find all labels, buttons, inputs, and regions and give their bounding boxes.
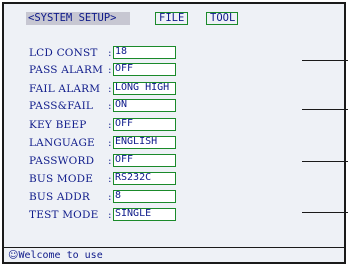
- smiley-icon: ☺: [8, 250, 19, 261]
- tab-tool[interactable]: TOOL: [206, 12, 238, 25]
- setting-separator: :: [108, 64, 112, 76]
- setting-row: LCD CONST:18: [29, 46, 349, 60]
- welcome-message: ☺Welcome to use: [8, 250, 103, 261]
- instrument-screen: <SYSTEM SETUP> FILE TOOL LCD CONST:18 PAS…: [2, 2, 349, 264]
- setting-value-field[interactable]: 18: [113, 46, 176, 59]
- setting-value-field[interactable]: ENGLISH: [113, 136, 176, 149]
- setting-value-field[interactable]: OFF: [113, 63, 176, 76]
- setting-label: PASS ALARM: [29, 64, 104, 76]
- setting-row: PASS ALARM: OFF: [29, 63, 349, 77]
- setting-label: BUS MODE: [29, 173, 94, 185]
- tab-system-setup[interactable]: <SYSTEM SETUP>: [26, 12, 130, 25]
- setting-value-field[interactable]: OFF: [113, 154, 176, 167]
- setting-row: LANGUAGE: ENGLISH: [29, 136, 349, 150]
- setting-separator: :: [108, 119, 112, 131]
- divider-line: [302, 60, 348, 61]
- setting-label: KEY BEEP: [29, 119, 87, 131]
- welcome-text: Welcome to use: [18, 250, 103, 261]
- setting-label: LANGUAGE: [29, 137, 95, 149]
- setting-row: TEST MODE: SINGLE: [29, 208, 349, 222]
- divider-line: [302, 161, 348, 162]
- setting-label: BUS ADDR: [29, 191, 91, 203]
- setting-separator: :: [108, 83, 112, 95]
- setting-value-field[interactable]: OFF: [113, 118, 176, 131]
- setting-value-field[interactable]: LONG HIGH: [113, 82, 176, 95]
- setting-value-field[interactable]: RS232C: [113, 172, 176, 185]
- setting-value-field[interactable]: 8: [113, 190, 176, 203]
- setting-separator: :: [108, 173, 112, 185]
- setting-label: FAIL ALARM: [29, 83, 101, 95]
- setting-separator: :: [108, 100, 112, 112]
- setting-separator: :: [108, 209, 112, 221]
- setting-value-field[interactable]: SINGLE: [113, 208, 176, 221]
- divider-line: [302, 212, 348, 213]
- setting-row: PASSWORD: OFF: [29, 154, 349, 168]
- setting-label: PASSWORD: [29, 155, 95, 167]
- setting-separator: :: [108, 137, 112, 149]
- status-bar: ☺Welcome to use: [4, 247, 344, 263]
- setting-label: TEST MODE: [29, 209, 99, 221]
- setting-row: PASS&FAIL: ON: [29, 99, 349, 113]
- setting-row: BUS MODE: RS232C: [29, 172, 349, 186]
- setting-separator: :: [108, 191, 112, 203]
- setting-value-field[interactable]: ON: [113, 99, 176, 112]
- setting-row: FAIL ALARM: LONG HIGH: [29, 82, 349, 96]
- setting-row: BUS ADDR: 8: [29, 190, 349, 204]
- setting-label: LCD CONST: [29, 47, 98, 59]
- tab-file[interactable]: FILE: [155, 12, 188, 25]
- setting-separator: :: [108, 47, 112, 59]
- setting-label: PASS&FAIL: [29, 100, 94, 112]
- setting-separator: :: [108, 155, 112, 167]
- divider-line: [302, 109, 348, 110]
- setting-row: KEY BEEP: OFF: [29, 118, 349, 132]
